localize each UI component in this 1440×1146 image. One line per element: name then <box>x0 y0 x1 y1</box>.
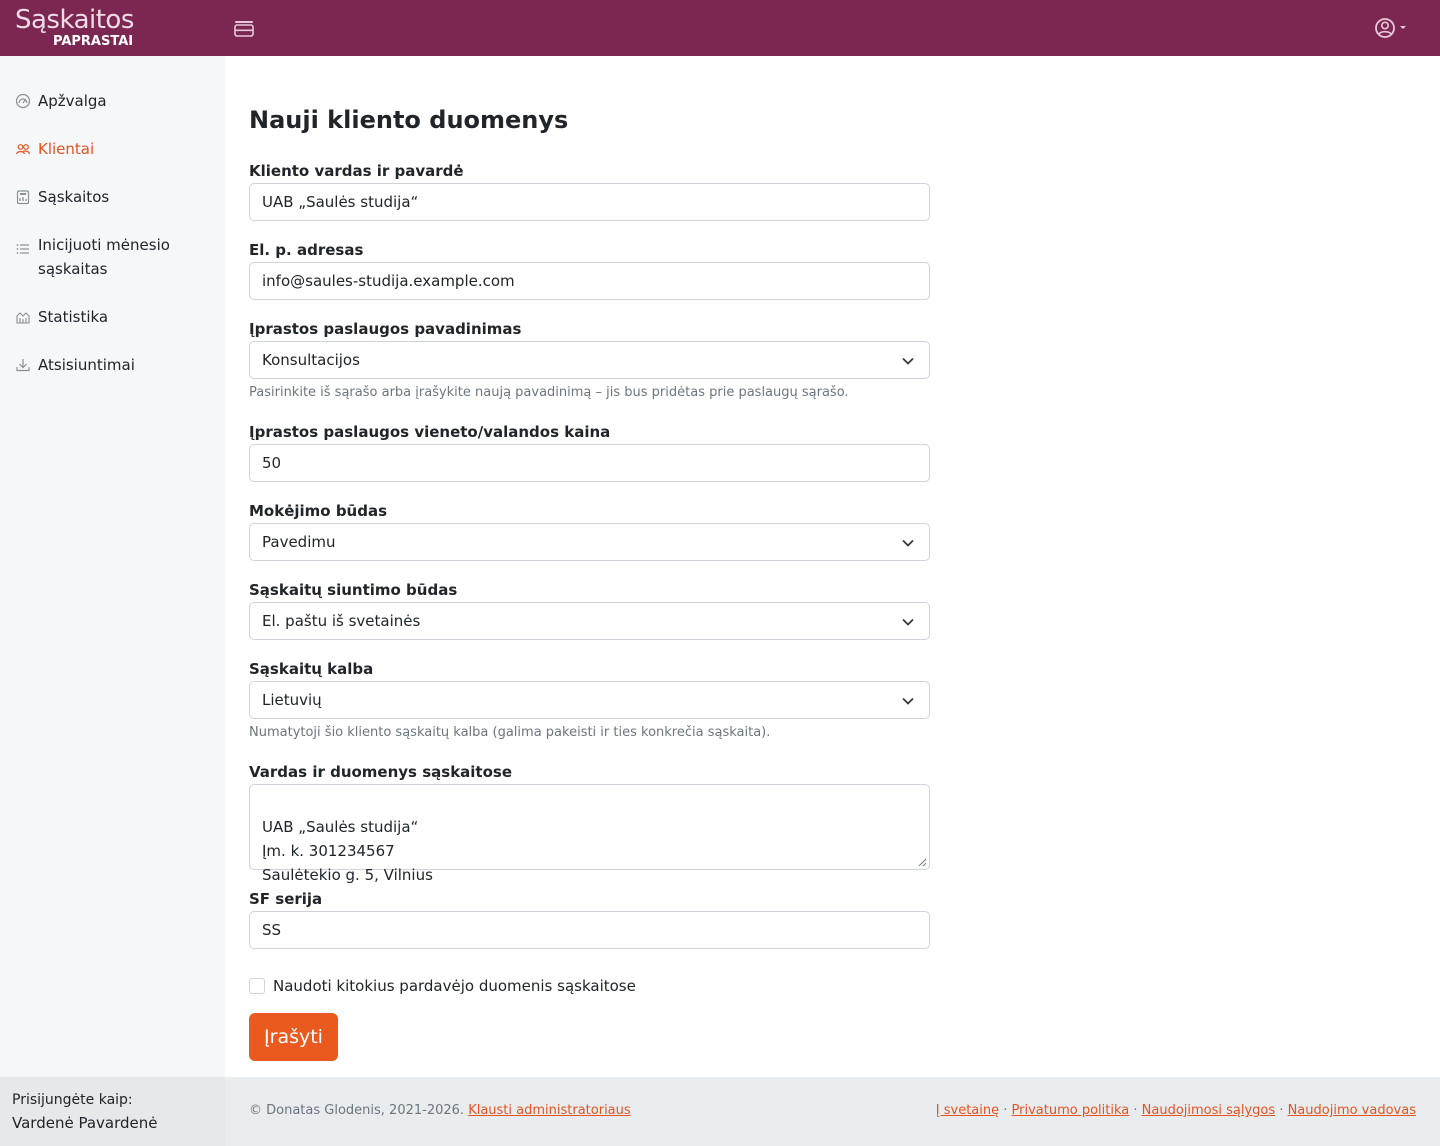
unit-price-label: Įprastos paslaugos vieneto/valandos kain… <box>249 423 611 441</box>
chart-icon <box>16 312 30 324</box>
user-circle-icon <box>1375 18 1406 38</box>
service-name-help: Pasirinkite iš sąrašo arba įrašykite nau… <box>249 385 849 400</box>
receipt-icon <box>16 190 30 205</box>
payment-method-select[interactable]: Pavedimu <box>249 523 930 561</box>
sending-method-label: Sąskaitų siuntimo būdas <box>249 581 458 599</box>
service-name-select[interactable]: Konsultacijos <box>249 341 930 379</box>
footer-links: Į svetainę · Privatumo politika · Naudoj… <box>936 1102 1416 1120</box>
copyright: © Donatas Glodenis, 2021-2026. Klausti a… <box>249 1102 631 1120</box>
unit-price-input[interactable]: 50 <box>249 444 930 482</box>
sidebar-item-label: Apžvalga <box>38 92 107 110</box>
sidebar-item-clients[interactable]: Klientai <box>0 137 225 161</box>
dashboard-icon <box>15 93 31 109</box>
sidebar-item-label: Inicijuoti mėnesio sąskaitas <box>38 236 170 278</box>
sidebar-item-downloads[interactable]: Atsisiuntimai <box>0 353 225 377</box>
footer-link-website[interactable]: Į svetainę <box>936 1103 999 1118</box>
footer-link-privacy[interactable]: Privatumo politika <box>1012 1103 1130 1118</box>
sidebar-item-invoices[interactable]: Sąskaitos <box>0 185 225 209</box>
footer-separator: · <box>1275 1103 1288 1118</box>
alt-seller-label[interactable]: Naudoti kitokius pardavėjo duomenis sąsk… <box>273 976 636 996</box>
brand-title: Sąskaitos <box>15 5 134 35</box>
invoice-details-textarea[interactable]: UAB „Saulės studija“ Įm. k. 301234567 Sa… <box>249 784 930 884</box>
invoice-details-label: Vardas ir duomenys sąskaitose <box>249 763 513 781</box>
sidebar-item-label: Sąskaitos <box>38 188 110 206</box>
invoice-language-select[interactable]: Lietuvių <box>249 681 930 719</box>
payment-method-value: Pavedimu <box>262 533 336 551</box>
sidebar-item-label: Statistika <box>38 308 109 326</box>
resize-grip-icon[interactable] <box>917 857 927 867</box>
footer: © Donatas Glodenis, 2021-2026. Klausti a… <box>225 1077 1440 1146</box>
sidebar: Apžvalga Klientai Sąskaitos Inicijuoti m… <box>0 56 225 1077</box>
sending-method-value: El. paštu iš svetainės <box>262 612 421 630</box>
client-name-input[interactable]: UAB „Saulės studija“ <box>249 183 930 221</box>
footer-separator: · <box>999 1103 1012 1118</box>
chevron-down-icon <box>902 618 914 626</box>
save-button[interactable]: Įrašyti <box>249 1013 338 1061</box>
chevron-down-icon <box>902 357 914 365</box>
alt-seller-row: Naudoti kitokius pardavėjo duomenis sąsk… <box>249 976 636 996</box>
footer-link-guide[interactable]: Naudojimo vadovas <box>1288 1103 1416 1118</box>
service-name-value: Konsultacijos <box>262 351 360 369</box>
sidebar-item-statistics[interactable]: Statistika <box>0 305 225 329</box>
list-icon <box>16 244 29 254</box>
logged-in-label: Prisijungėte kaip: <box>12 1092 133 1108</box>
hamburger-icon[interactable] <box>231 16 257 40</box>
invoice-language-help: Numatytoji šio kliento sąskaitų kalba (g… <box>249 725 771 740</box>
alt-seller-checkbox[interactable] <box>249 978 265 994</box>
footer-separator: · <box>1129 1103 1142 1118</box>
caret-down-icon <box>1400 26 1406 29</box>
main-content: Nauji kliento duomenys Kliento vardas ir… <box>225 56 1440 1077</box>
footer-link-terms[interactable]: Naudojimosi sąlygos <box>1142 1103 1276 1118</box>
top-navbar: Sąskaitos PAPRASTAI <box>0 0 1440 56</box>
brand-subtitle: PAPRASTAI <box>53 34 134 49</box>
page-title: Nauji kliento duomenys <box>249 106 569 134</box>
sidebar-item-monthly-invoices[interactable]: Inicijuoti mėnesio sąskaitas <box>0 233 225 281</box>
email-input[interactable]: info@saules-studija.example.com <box>249 262 930 300</box>
copyright-text: © Donatas Glodenis, 2021-2026. <box>249 1103 465 1118</box>
user-menu-button[interactable] <box>1372 14 1412 42</box>
ask-admin-link[interactable]: Klausti administratoriaus <box>468 1103 630 1118</box>
footer-user-panel: Prisijungėte kaip: Vardenė Pavardenė <box>0 1077 225 1146</box>
download-icon <box>16 359 30 372</box>
service-name-label: Įprastos paslaugos pavadinimas <box>249 320 522 338</box>
payment-method-label: Mokėjimo būdas <box>249 502 388 520</box>
series-input[interactable]: SS <box>249 911 930 949</box>
series-label: SF serija <box>249 890 323 908</box>
email-label: El. p. adresas <box>249 241 364 259</box>
invoice-language-label: Sąskaitų kalba <box>249 660 374 678</box>
sidebar-item-label: Klientai <box>38 140 95 158</box>
client-name-label: Kliento vardas ir pavardė <box>249 162 464 180</box>
chevron-down-icon <box>902 697 914 705</box>
brand-logo[interactable]: Sąskaitos PAPRASTAI <box>15 5 145 51</box>
logged-in-user: Vardenė Pavardenė <box>12 1114 158 1132</box>
invoice-language-value: Lietuvių <box>262 691 322 709</box>
users-icon <box>15 144 31 155</box>
sidebar-item-label: Atsisiuntimai <box>38 356 135 374</box>
chevron-down-icon <box>902 539 914 547</box>
sidebar-item-overview[interactable]: Apžvalga <box>0 89 225 113</box>
invoice-details-value: UAB „Saulės studija“ Įm. k. 301234567 Sa… <box>262 818 433 884</box>
sending-method-select[interactable]: El. paštu iš svetainės <box>249 602 930 640</box>
